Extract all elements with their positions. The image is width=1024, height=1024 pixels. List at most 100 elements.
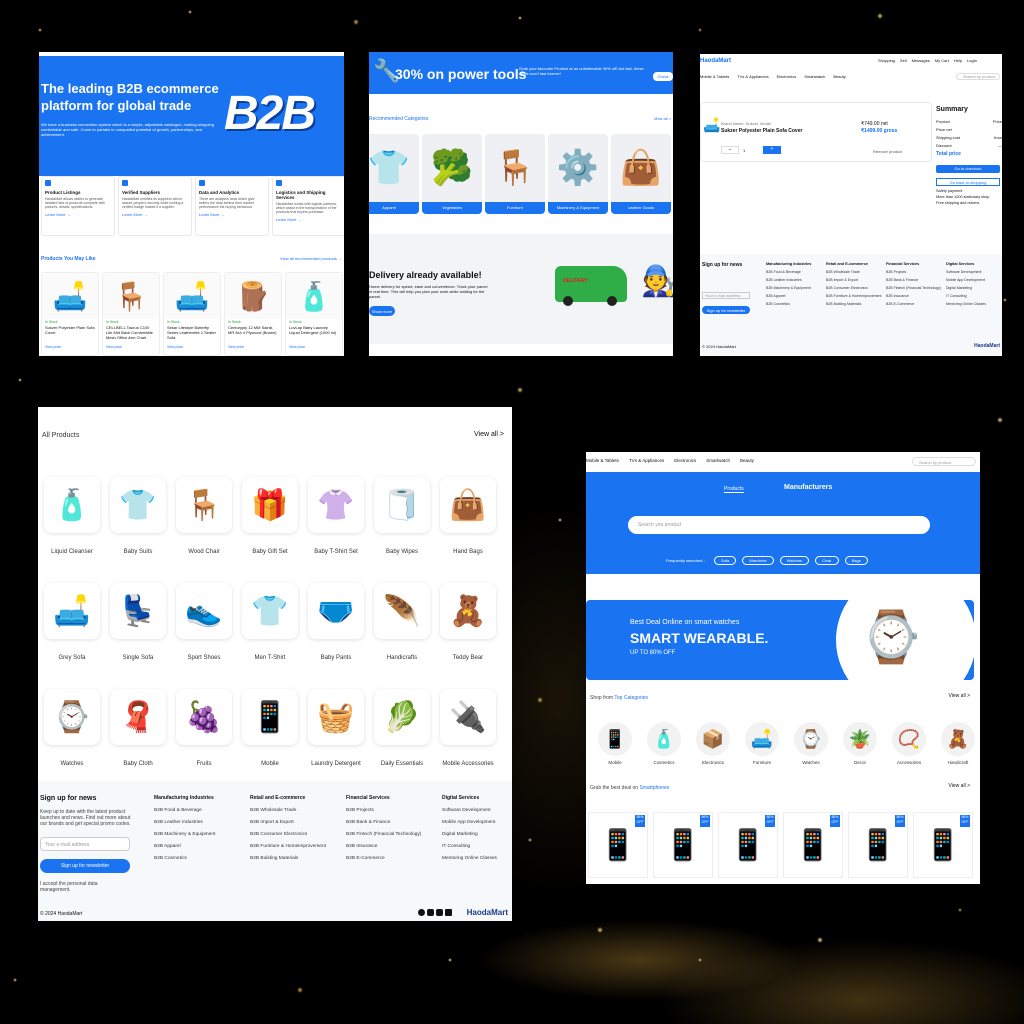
product-tile[interactable]: 🩲 [308,583,364,639]
menu-item[interactable]: Electronics [674,458,696,463]
footer-link[interactable]: B2B Import & Export [250,820,346,825]
phone-card[interactable]: 📱 56% OFF [588,812,648,878]
footer-link[interactable]: B2B Consumer Electronics [250,832,346,837]
product-tile[interactable]: 👕 [242,583,298,639]
product-tile[interactable]: 💺 [110,583,166,639]
category-card[interactable]: 👕 Apparel [369,134,419,214]
product-card[interactable]: 🪑 In Stock CELLBELL Taurus C100 Lite Mid B… [102,272,160,356]
product-tile[interactable]: 🛋️ [44,583,100,639]
phone-card[interactable]: 📱 56% OFF [783,812,843,878]
category-circle[interactable]: ⌚ [794,722,828,756]
footer-link[interactable]: B2B Projects [886,270,946,274]
category-card[interactable]: 🪑 Furniture [485,134,545,214]
category-circle[interactable]: 📱 [598,722,632,756]
checkout-button[interactable]: Go to checkout [936,164,1000,173]
phone-card[interactable]: 📱 56% OFF [848,812,908,878]
phone-card[interactable]: 📱 56% OFF [653,812,713,878]
nav-item[interactable]: My Cart [935,58,949,63]
footer-link[interactable]: B2B Bank & Finance [886,278,946,282]
footer-link[interactable]: B2B Wholesale Trade [250,808,346,813]
phones-view-all[interactable]: View all > [949,783,970,789]
nav-item[interactable]: Sell [900,58,907,63]
tab-products[interactable]: Products [724,486,744,493]
qty-plus-button[interactable]: + [763,146,781,154]
smartphones-link[interactable]: Smartphones [639,785,669,791]
footer-link[interactable]: B2B Cosmetics [154,856,250,861]
nav-item[interactable]: Login [967,58,977,63]
search-chip[interactable]: Watches [779,556,810,565]
product-card[interactable]: 🛋️ In Stock Sekar Lifestyle Butterfly Seri… [163,272,221,356]
menu-item[interactable]: Smartwatch [804,74,825,79]
footer-link[interactable]: B2B Machinery & Equipment [766,286,826,290]
menu-item[interactable]: Beauty [740,458,754,463]
learn-more-link[interactable]: Learn More → [199,212,265,217]
category-circle[interactable]: 📿 [892,722,926,756]
email-input[interactable]: Your e-mail address [40,837,130,851]
footer-link[interactable]: B2B Bank & Finance [346,820,442,825]
category-circle[interactable]: 📦 [696,722,730,756]
product-card[interactable]: 🛋️ In Stock Sukzer Polyester Plain Sofa Co… [41,272,99,356]
product-tile[interactable]: 🪑 [176,477,232,533]
product-tile[interactable]: 👚 [308,477,364,533]
product-tile[interactable]: 👟 [176,583,232,639]
product-tile[interactable]: 🔌 [440,689,496,745]
storefront-search-input[interactable]: Search by product [912,457,976,466]
menu-item[interactable]: TVs & Appliances [737,74,768,79]
footer-link[interactable]: B2B Furniture & Homeimprovement [250,844,346,849]
footer-link[interactable]: Mobile App Development [946,278,1002,282]
category-circle[interactable]: 🛋️ [745,722,779,756]
product-tile[interactable]: 🍇 [176,689,232,745]
menu-item[interactable]: Mobile & Tablets [586,458,619,463]
footer-link[interactable]: B2B Cosmetics [766,302,826,306]
remove-product-button[interactable]: Remove product [873,149,902,154]
search-chip[interactable]: Chair [815,556,839,565]
phone-card[interactable]: 📱 56% OFF [718,812,778,878]
view-price-link[interactable]: View price [286,345,342,349]
product-tile[interactable]: 🪶 [374,583,430,639]
product-tile[interactable]: 🧣 [110,689,166,745]
view-price-link[interactable]: View price [42,345,98,349]
product-tile[interactable]: ⌚ [44,689,100,745]
footer-link[interactable]: B2B Consumer Electronics [826,286,886,290]
footer-link[interactable]: B2B Food & Beverage [154,808,250,813]
product-tile[interactable]: 👕 [110,477,166,533]
footer-link[interactable]: B2B E-Commerce [886,302,946,306]
tab-manufacturers[interactable]: Manufacturers [784,484,832,492]
qty-value[interactable]: 1 [743,148,745,153]
footer-link[interactable]: Mobile App Development [442,820,512,825]
nav-item[interactable]: Messages [912,58,930,63]
back-to-shopping-button[interactable]: Go back to shopping [936,178,1000,186]
view-price-link[interactable]: View price [103,345,159,349]
footer-link[interactable]: B2B Machinery & Equipment [154,832,250,837]
search-chip[interactable]: Wardrobe [742,556,774,565]
learn-more-link[interactable]: Learn More → [45,212,111,217]
product-tile[interactable]: 📱 [242,689,298,745]
facebook-icon[interactable] [418,909,425,916]
product-tile[interactable]: 🧺 [308,689,364,745]
nav-item[interactable]: Help [954,58,962,63]
product-tile[interactable]: 🧴 [44,477,100,533]
footer-link[interactable]: B2B Insurance [886,294,946,298]
all-products-view-all[interactable]: View all > [474,431,504,439]
qty-minus-button[interactable]: − [721,146,739,154]
learn-more-link[interactable]: Learn More → [122,212,188,217]
product-tile[interactable]: 🧸 [440,583,496,639]
product-card[interactable]: 🪵 In Stock Centuryply 12 MM Sainik MR 8x4 … [224,272,282,356]
footer-link[interactable]: B2B Import & Export [826,278,886,282]
footer-link[interactable]: Digital Marketing [442,832,512,837]
menu-item[interactable]: Smartwatch [706,458,730,463]
view-price-link[interactable]: View price [164,345,220,349]
newsletter-button[interactable]: Sign up for newsletter [40,859,130,873]
footer-link[interactable]: Software Development [442,808,512,813]
footer-link[interactable]: B2B Building Materials [250,856,346,861]
category-card[interactable]: 👜 Leather Goods [611,134,671,214]
view-all-products-link[interactable]: View all recommended products → [280,256,342,261]
search-chip[interactable]: Sofa [714,556,737,565]
menu-item[interactable]: TVs & Appliances [629,458,664,463]
product-tile[interactable]: 🧻 [374,477,430,533]
top-categories-link[interactable]: Top Categories [614,695,648,701]
category-circle[interactable]: 🧴 [647,722,681,756]
categories-view-all[interactable]: View all > [654,116,671,121]
footer-link[interactable]: B2B Building Materials [826,302,886,306]
view-price-link[interactable]: View price [225,345,281,349]
